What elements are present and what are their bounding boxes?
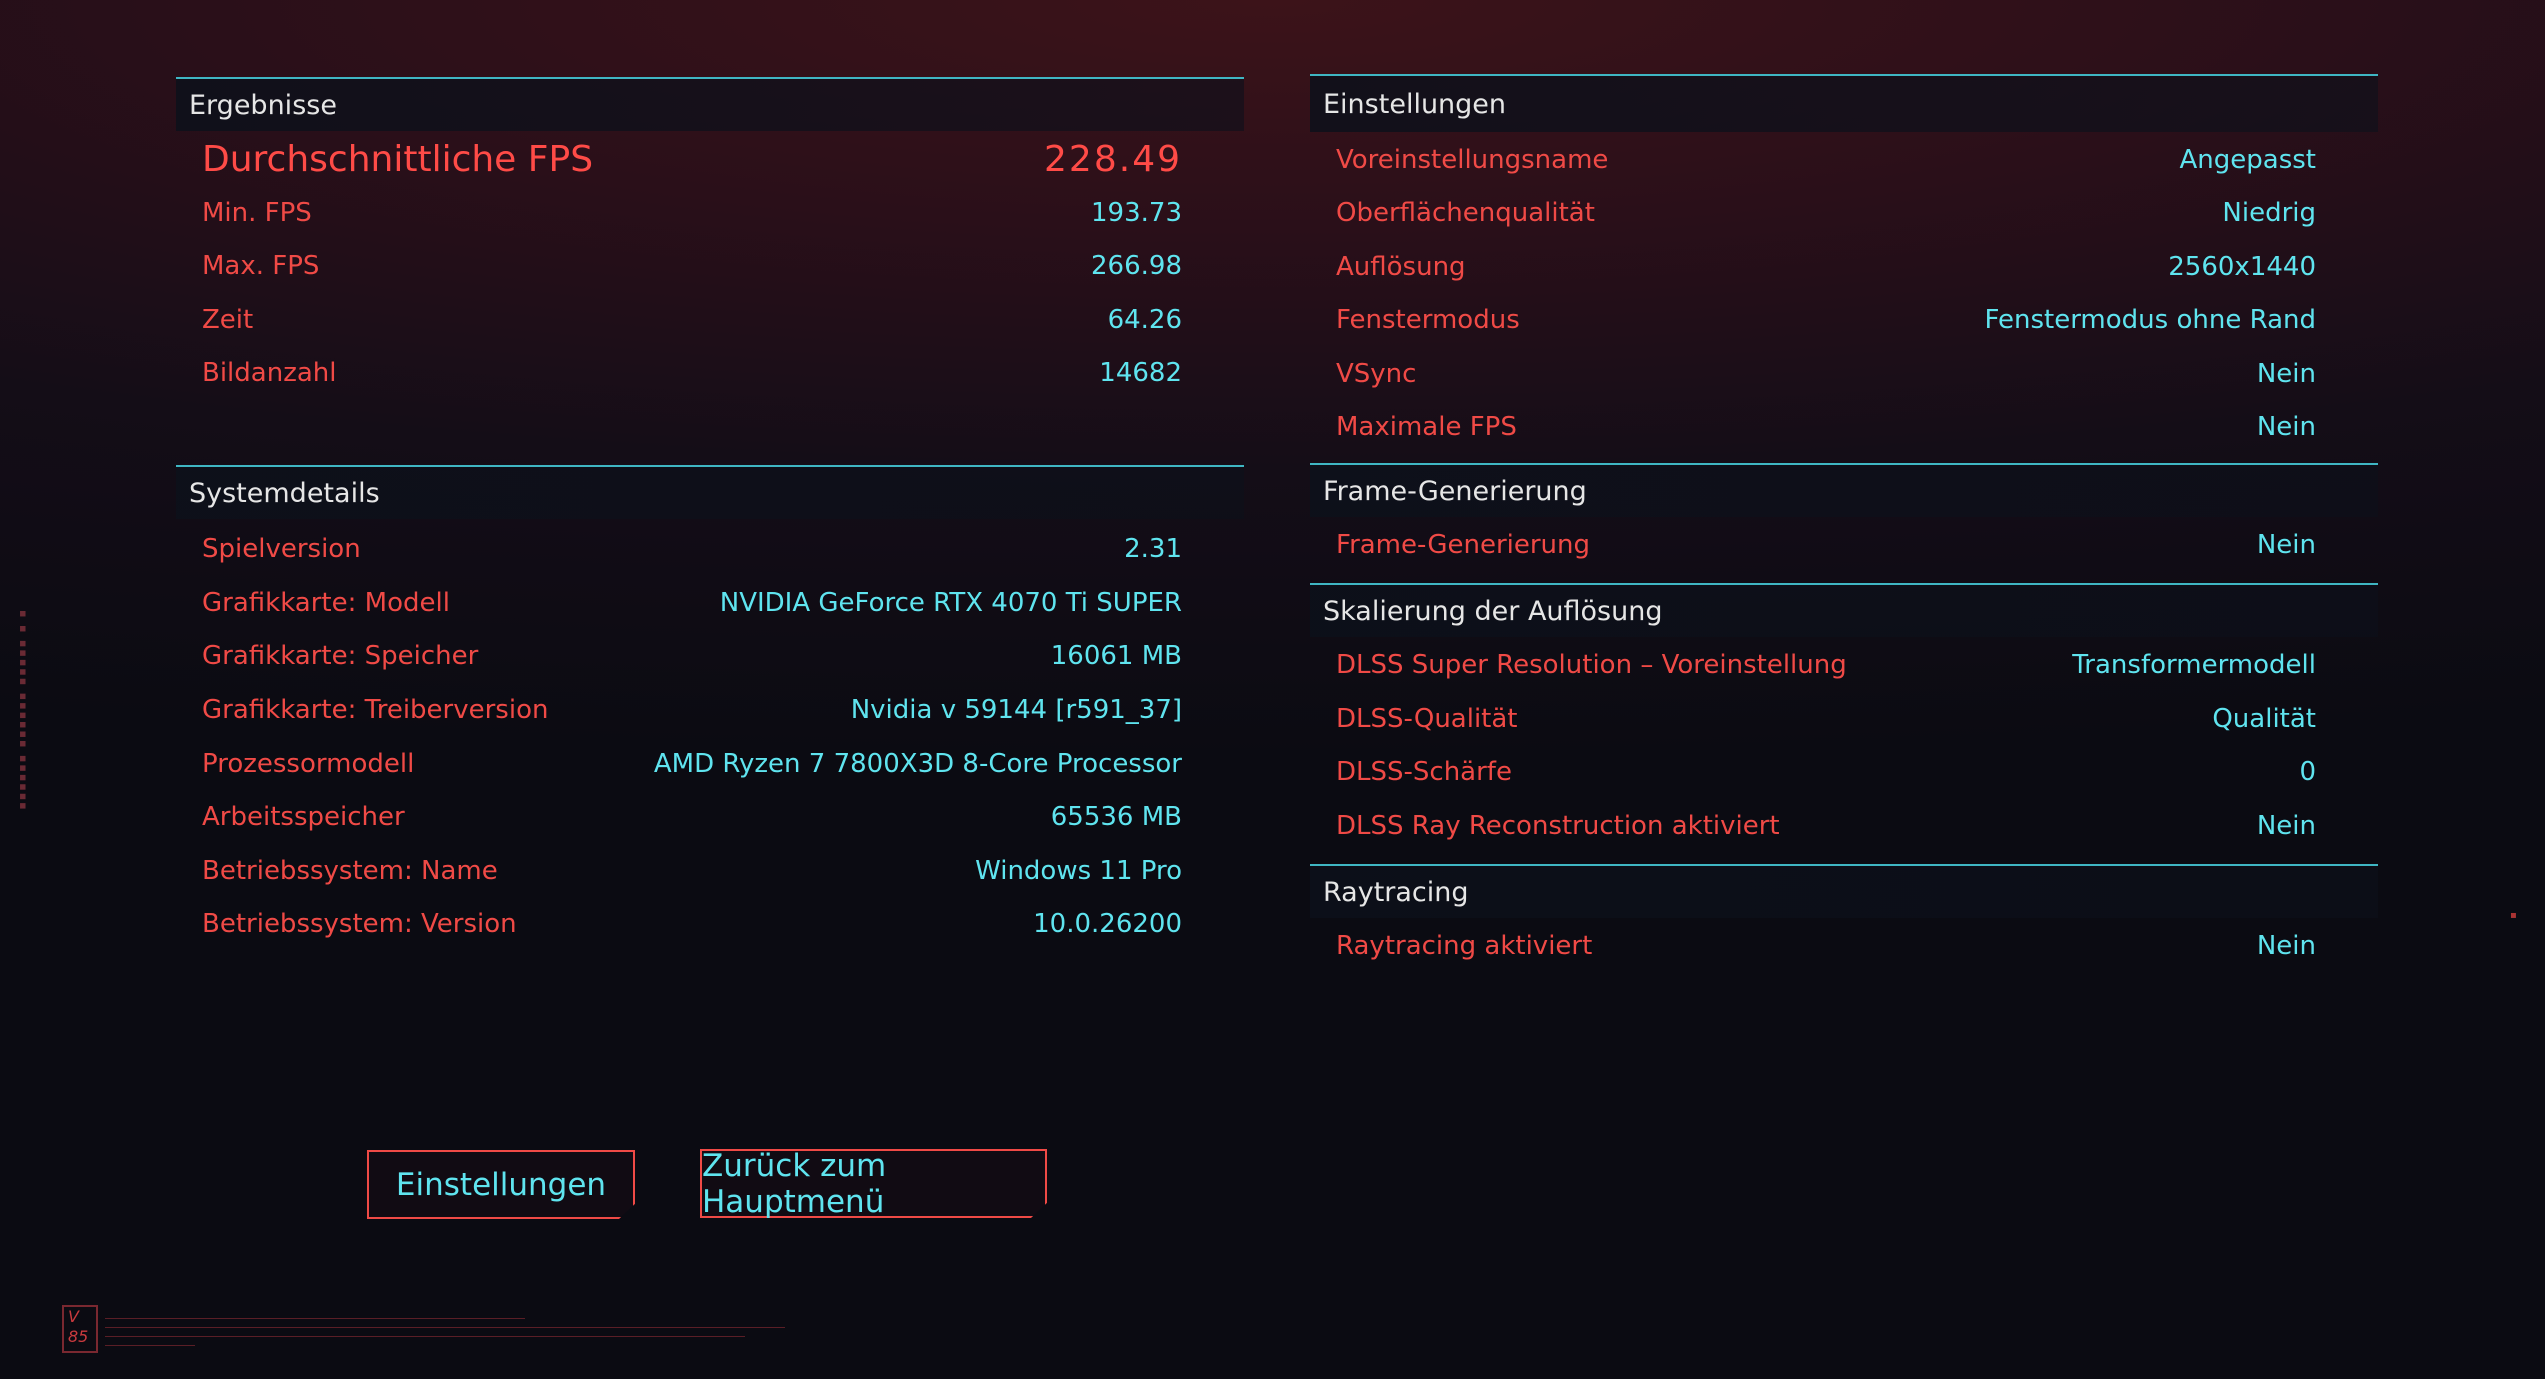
row-label: Grafikkarte: Modell: [202, 588, 450, 618]
settings-panel: Einstellungen Voreinstellungsname Angepa…: [1310, 74, 2378, 466]
system-panel: Systemdetails Spielversion 2.31 Grafikka…: [176, 465, 1244, 967]
system-row: Grafikkarte: Modell NVIDIA GeForce RTX 4…: [202, 583, 1182, 623]
row-value: 10.0.26200: [1033, 909, 1182, 939]
row-label: DLSS-Schärfe: [1336, 757, 1512, 787]
avg-fps-label: Durchschnittliche FPS: [202, 138, 594, 180]
row-label: Auflösung: [1336, 252, 1466, 282]
time-row: Zeit 64.26: [202, 300, 1182, 340]
system-row: Betriebssystem: Name Windows 11 Pro: [202, 851, 1182, 891]
settings-button[interactable]: Einstellungen: [367, 1150, 635, 1219]
row-value: NVIDIA GeForce RTX 4070 Ti SUPER: [719, 588, 1182, 618]
results-header: Ergebnisse: [176, 79, 1244, 131]
row-value: Nein: [2256, 530, 2316, 560]
row-value: 16061 MB: [1050, 641, 1182, 671]
row-label: Prozessormodell: [202, 749, 415, 779]
row-label: Zeit: [202, 305, 254, 335]
scaling-panel: Skalierung der Auflösung DLSS Super Reso…: [1310, 583, 2378, 865]
row-value: 266.98: [1091, 251, 1182, 281]
row-value: Niedrig: [2222, 198, 2316, 228]
row-label: Spielversion: [202, 534, 361, 564]
system-row: Spielversion 2.31: [202, 529, 1182, 569]
row-value: 64.26: [1107, 305, 1182, 335]
row-label: Raytracing aktiviert: [1336, 931, 1593, 961]
row-label: Arbeitsspeicher: [202, 802, 405, 832]
row-label: Grafikkarte: Treiberversion: [202, 695, 549, 725]
row-label: VSync: [1336, 359, 1417, 389]
legal-fine-print: [105, 1313, 785, 1346]
row-value: 2560x1440: [2168, 252, 2316, 282]
row-label: Frame-Generierung: [1336, 530, 1591, 560]
results-panel: Ergebnisse Durchschnittliche FPS 228.49 …: [176, 77, 1244, 449]
row-label: Oberflächenqualität: [1336, 198, 1595, 228]
row-label: Fenstermodus: [1336, 305, 1520, 335]
framegen-header: Frame-Generierung: [1310, 465, 2378, 517]
row-label: DLSS-Qualität: [1336, 704, 1518, 734]
settings-row: Fenstermodus Fenstermodus ohne Rand: [1336, 300, 2316, 340]
scaling-row: DLSS-Qualität Qualität: [1336, 699, 2316, 739]
system-row: Grafikkarte: Speicher 16061 MB: [202, 636, 1182, 676]
row-label: Max. FPS: [202, 251, 320, 281]
framegen-row: Frame-Generierung Nein: [1336, 525, 2316, 565]
settings-row: Auflösung 2560x1440: [1336, 247, 2316, 287]
row-value: Nvidia v 59144 [r591_37]: [850, 695, 1182, 725]
raytracing-panel: Raytracing Raytracing aktiviert Nein: [1310, 864, 2378, 976]
row-label: Bildanzahl: [202, 358, 337, 388]
row-value: 0: [2299, 757, 2316, 787]
row-label: Voreinstellungsname: [1336, 145, 1609, 175]
row-value: Transformermodell: [2072, 650, 2316, 680]
avg-fps-value: 228.49: [1044, 138, 1182, 180]
main-menu-button[interactable]: Zurück zum Hauptmenü: [700, 1149, 1047, 1218]
row-label: Maximale FPS: [1336, 412, 1517, 442]
max-fps-row: Max. FPS 266.98: [202, 246, 1182, 286]
settings-row: Oberflächenqualität Niedrig: [1336, 193, 2316, 233]
row-value: Qualität: [2212, 704, 2316, 734]
row-value: Nein: [2256, 931, 2316, 961]
side-decoration: ▪ ▪ ▪▪▪▪▪ ▪▪▪▪▪▪ ▪▪▪▪▪▪: [17, 610, 30, 812]
row-value: Angepasst: [2179, 145, 2317, 175]
row-value: 65536 MB: [1050, 802, 1182, 832]
row-value: 2.31: [1124, 534, 1182, 564]
scaling-row: DLSS Super Resolution – Voreinstellung T…: [1336, 645, 2316, 685]
row-value: AMD Ryzen 7 7800X3D 8-Core Processor: [653, 749, 1182, 779]
system-row: Prozessormodell AMD Ryzen 7 7800X3D 8-Co…: [202, 744, 1182, 784]
row-label: Min. FPS: [202, 198, 312, 228]
row-value: 193.73: [1091, 198, 1182, 228]
min-fps-row: Min. FPS 193.73: [202, 193, 1182, 233]
row-label: DLSS Ray Reconstruction aktiviert: [1336, 811, 1780, 841]
system-row: Grafikkarte: Treiberversion Nvidia v 591…: [202, 690, 1182, 730]
row-value: Nein: [2256, 359, 2316, 389]
avg-fps-row: Durchschnittliche FPS 228.49: [202, 138, 1182, 180]
row-label: Betriebssystem: Name: [202, 856, 498, 886]
system-row: Betriebssystem: Version 10.0.26200: [202, 904, 1182, 944]
row-value: Windows 11 Pro: [975, 856, 1182, 886]
system-header: Systemdetails: [176, 467, 1244, 519]
corner-mark-icon: ▪: [2510, 910, 2517, 921]
scaling-row: DLSS-Schärfe 0: [1336, 752, 2316, 792]
settings-row: VSync Nein: [1336, 354, 2316, 394]
version-badge: V 85: [62, 1305, 98, 1353]
row-label: Betriebssystem: Version: [202, 909, 517, 939]
row-value: 14682: [1099, 358, 1182, 388]
raytracing-row: Raytracing aktiviert Nein: [1336, 926, 2316, 966]
raytracing-header: Raytracing: [1310, 866, 2378, 918]
frame-count-row: Bildanzahl 14682: [202, 353, 1182, 393]
scaling-header: Skalierung der Auflösung: [1310, 585, 2378, 637]
settings-header: Einstellungen: [1310, 76, 2378, 132]
framegen-panel: Frame-Generierung Frame-Generierung Nein: [1310, 463, 2378, 583]
row-value: Nein: [2256, 811, 2316, 841]
scaling-row: DLSS Ray Reconstruction aktiviert Nein: [1336, 806, 2316, 846]
row-label: Grafikkarte: Speicher: [202, 641, 479, 671]
system-row: Arbeitsspeicher 65536 MB: [202, 797, 1182, 837]
row-label: DLSS Super Resolution – Voreinstellung: [1336, 650, 1847, 680]
row-value: Fenstermodus ohne Rand: [1984, 305, 2316, 335]
settings-row: Maximale FPS Nein: [1336, 407, 2316, 447]
row-value: Nein: [2256, 412, 2316, 442]
settings-row: Voreinstellungsname Angepasst: [1336, 140, 2316, 180]
